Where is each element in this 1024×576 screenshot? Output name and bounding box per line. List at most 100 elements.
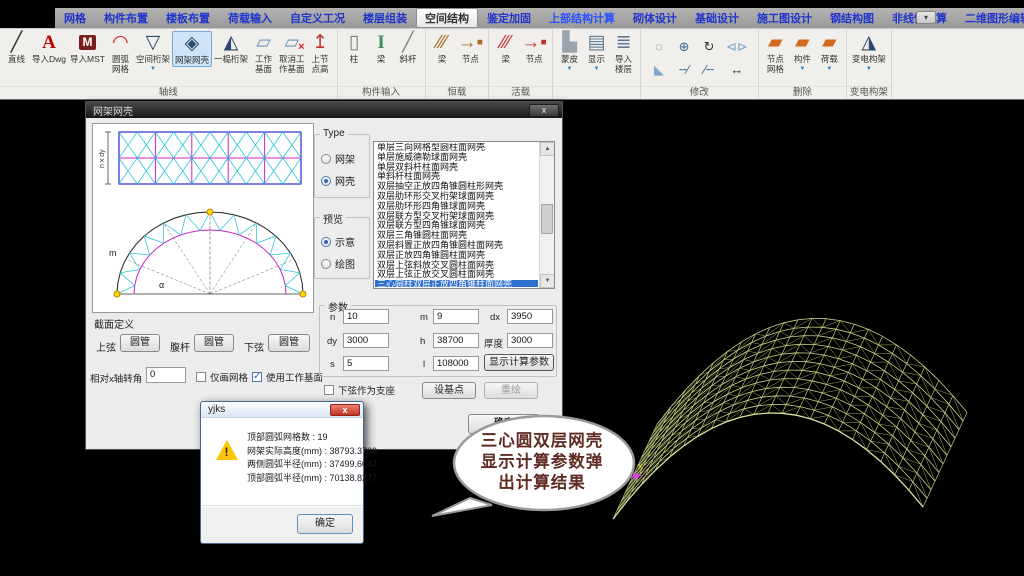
param-dy-input[interactable]: 3000 xyxy=(343,333,389,348)
top-chord-section-button[interactable]: 圆管 xyxy=(120,334,160,352)
show-calc-params-button[interactable]: 显示计算参数 xyxy=(484,354,554,371)
param-h-input[interactable]: 38700 xyxy=(433,333,479,348)
tool-break[interactable]: ╌∕ xyxy=(674,60,694,80)
listbox-scrollbar[interactable]: ▲ ▼ xyxy=(539,142,554,288)
menu-item-1[interactable]: 构件布置 xyxy=(95,8,157,28)
menu-item-3[interactable]: 荷载输入 xyxy=(219,8,281,28)
tool-upper-node-height[interactable]: ↥上节 点高 xyxy=(307,31,334,74)
close-button[interactable]: x xyxy=(529,104,559,117)
menu-item-7[interactable]: 鉴定加固 xyxy=(478,8,540,28)
tool-dead-load-node[interactable]: →▪节点 xyxy=(456,31,486,65)
menu-item-11[interactable]: 施工图设计 xyxy=(748,8,821,28)
set-base-point-button[interactable]: 设基点 xyxy=(422,382,476,399)
line-icon: ╱ xyxy=(11,31,22,55)
tool-column[interactable]: ▯柱 xyxy=(341,31,368,65)
tool-stretch[interactable]: ◣ xyxy=(649,60,669,80)
redraw-button[interactable]: 重绘 xyxy=(484,382,538,399)
radio-wangke[interactable]: 网壳 xyxy=(321,173,355,188)
messagebox-ok-button[interactable]: 确定 xyxy=(297,514,353,534)
toolbar-group: ▰节点 网格▰构件▼▰荷载▼删除 xyxy=(759,29,847,99)
tool-substation-frame[interactable]: ◮变电构架▼ xyxy=(850,31,888,73)
menu-overflow-button[interactable]: ▾ xyxy=(916,11,936,24)
menu-item-14[interactable]: 二维图形编辑 xyxy=(956,8,1024,28)
tool-beam[interactable]: I梁 xyxy=(368,31,395,65)
tool-dead-load-beam[interactable]: ∕∕∕梁 xyxy=(429,31,456,65)
type-list-item[interactable]: 三心圆柱双层正放四角锥柱面网壳 xyxy=(375,280,538,287)
menu-item-6[interactable]: 空间结构 xyxy=(416,8,478,28)
tool-measure[interactable]: ↔ xyxy=(724,60,750,80)
param-s-input[interactable]: 5 xyxy=(343,356,389,371)
tool-rotate[interactable]: ↻ xyxy=(699,37,719,57)
type-group-label: Type xyxy=(320,128,348,139)
param-dx-input[interactable]: 3950 xyxy=(507,309,553,324)
menu-item-4[interactable]: 自定义工况 xyxy=(281,8,354,28)
tool-move[interactable]: ⊕ xyxy=(674,37,694,57)
menu-item-2[interactable]: 楼板布置 xyxy=(157,8,219,28)
work-plane-icon: ▱ xyxy=(256,31,271,55)
rotation-input[interactable]: 0 xyxy=(146,367,186,383)
tool-delete-load[interactable]: ▰荷载▼ xyxy=(816,31,843,73)
scrollbar-thumb[interactable] xyxy=(541,204,553,234)
web-section-button[interactable]: 圆管 xyxy=(194,334,234,352)
param-n-input[interactable]: 10 xyxy=(343,309,389,324)
radio-selected-icon xyxy=(321,176,331,186)
messagebox-close-button[interactable]: x xyxy=(330,404,360,416)
menu-item-10[interactable]: 基础设计 xyxy=(686,8,748,28)
messagebox-line: 顶部圆弧半径(mm) : 70138.8277 xyxy=(247,472,377,486)
tool-live-load-beam[interactable]: ∕∕∕梁 xyxy=(492,31,519,65)
scroll-down-icon[interactable]: ▼ xyxy=(540,274,555,288)
tool-mirror[interactable]: ⊲⊳ xyxy=(724,37,750,57)
tool-cancel-work-plane[interactable]: ▱×取消工 作基面 xyxy=(277,31,307,74)
tool-import-dwg[interactable]: A导入Dwg xyxy=(30,31,68,65)
menu-item-9[interactable]: 砌体设计 xyxy=(624,8,686,28)
menu-item-0[interactable]: 网格 xyxy=(55,8,95,28)
tool-brace[interactable]: ╱斜杆 xyxy=(395,31,422,65)
tool-space-truss[interactable]: ▽空间桁架▼ xyxy=(134,31,172,73)
menu-item-5[interactable]: 楼层组装 xyxy=(354,8,416,28)
dropdown-caret-icon[interactable]: ▼ xyxy=(866,66,872,73)
dropdown-caret-icon[interactable]: ▼ xyxy=(567,66,573,73)
tool-delete-node-grid[interactable]: ▰节点 网格 xyxy=(762,31,789,74)
tool-delete-member[interactable]: ▰构件▼ xyxy=(789,31,816,73)
dropdown-caret-icon[interactable]: ▼ xyxy=(150,66,156,73)
menu-item-12[interactable]: 钢结构图 xyxy=(821,8,883,28)
barrel-vault-model xyxy=(588,287,972,543)
brace-icon: ╱ xyxy=(402,31,413,55)
tool-grid-shell[interactable]: ◈网架网壳 xyxy=(172,31,212,67)
yjks-messagebox: yjks x 顶部圆弧网格数 : 19网架实际高度(mm) : 38793.37… xyxy=(200,401,364,544)
cancel-work-plane-icon: ▱ xyxy=(284,31,299,55)
use-workplane-checkbox[interactable]: 使用工作基面 xyxy=(252,370,323,384)
tool-label: 构件 xyxy=(794,55,811,65)
grid-only-checkbox[interactable]: 仅画网格 xyxy=(196,370,248,384)
tool-import-mst[interactable]: M导入MST xyxy=(68,31,107,65)
tool-single-truss[interactable]: ◭一榀桁架 xyxy=(212,31,250,65)
scroll-up-icon[interactable]: ▲ xyxy=(540,142,555,156)
toolbar-group-label: 修改 xyxy=(641,86,758,99)
tool-extend[interactable]: ∕╌ xyxy=(699,60,719,80)
tool-work-plane[interactable]: ▱工作 基面 xyxy=(250,31,277,74)
radio-draw[interactable]: 绘图 xyxy=(321,256,355,271)
dropdown-caret-icon[interactable]: ▼ xyxy=(594,66,600,73)
messagebox-title-bar[interactable]: yjks x xyxy=(201,402,363,418)
type-groupbox: Type 网架 网壳 xyxy=(314,134,370,198)
param-l-input[interactable]: 108000 xyxy=(433,356,479,371)
tool-import-story[interactable]: ≣导入 楼层 xyxy=(610,31,637,74)
dialog-title-bar[interactable]: 网架网壳 x xyxy=(86,102,562,118)
param-m-input[interactable]: 9 xyxy=(433,309,479,324)
tool-line[interactable]: ╱直线 xyxy=(3,31,30,65)
dropdown-caret-icon[interactable]: ▼ xyxy=(799,66,805,73)
tool-skin[interactable]: ▙蒙皮▼ xyxy=(556,31,583,73)
bottom-chord-support-checkbox[interactable]: 下弦作为支座 xyxy=(324,383,395,397)
radio-wangjia[interactable]: 网架 xyxy=(321,151,355,166)
tool-copy[interactable]: ◌ xyxy=(649,37,669,57)
bottom-chord-section-button[interactable]: 圆管 xyxy=(268,334,310,352)
type-listbox[interactable]: 单层三向网格型圆柱面网壳单层施威德勒球面网壳单层双斜杆柱面网壳单斜杆柱面网壳双层… xyxy=(373,141,555,289)
tool-display[interactable]: ▤显示▼ xyxy=(583,31,610,73)
dropdown-caret-icon[interactable]: ▼ xyxy=(826,66,832,73)
tool-arc-grid[interactable]: ◠圆弧 网格 xyxy=(107,31,134,74)
tool-live-load-node[interactable]: →▪节点 xyxy=(519,31,549,65)
radio-schematic[interactable]: 示意 xyxy=(321,234,355,249)
menu-item-8[interactable]: 上部结构计算 xyxy=(540,8,624,28)
tool-label: 网架网壳 xyxy=(175,56,209,66)
param-thickness-input[interactable]: 3000 xyxy=(507,333,553,348)
